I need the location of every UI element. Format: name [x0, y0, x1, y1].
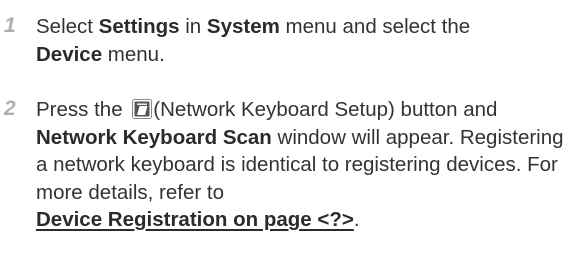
- menu-name-system: System: [206, 15, 280, 38]
- window-name-network-keyboard-scan: Network Keyboard Scan: [36, 125, 272, 149]
- menu-name-settings: Settings: [98, 15, 180, 38]
- step-text-segment: menu.: [102, 42, 165, 66]
- step-text: Select Settings in System menu and selec…: [36, 13, 566, 68]
- network-keyboard-setup-icon: [132, 99, 153, 119]
- step-text-segment: Select: [36, 15, 99, 38]
- device-registration-link[interactable]: Device Registration on page <?>: [36, 208, 354, 231]
- step-text-segment: in: [179, 15, 207, 38]
- step-text: Press the (Network Keyboard Setup) butto…: [36, 96, 566, 234]
- menu-name-device: Device: [36, 42, 103, 66]
- step-number: 1: [4, 14, 16, 37]
- step-text-segment: (Network Keyboard Setup) button and: [153, 98, 498, 121]
- step-number: 2: [4, 97, 16, 120]
- step-text-segment: menu and select the: [279, 15, 471, 38]
- step-text-segment: .: [353, 208, 360, 231]
- step-text-segment: Press the: [36, 98, 129, 121]
